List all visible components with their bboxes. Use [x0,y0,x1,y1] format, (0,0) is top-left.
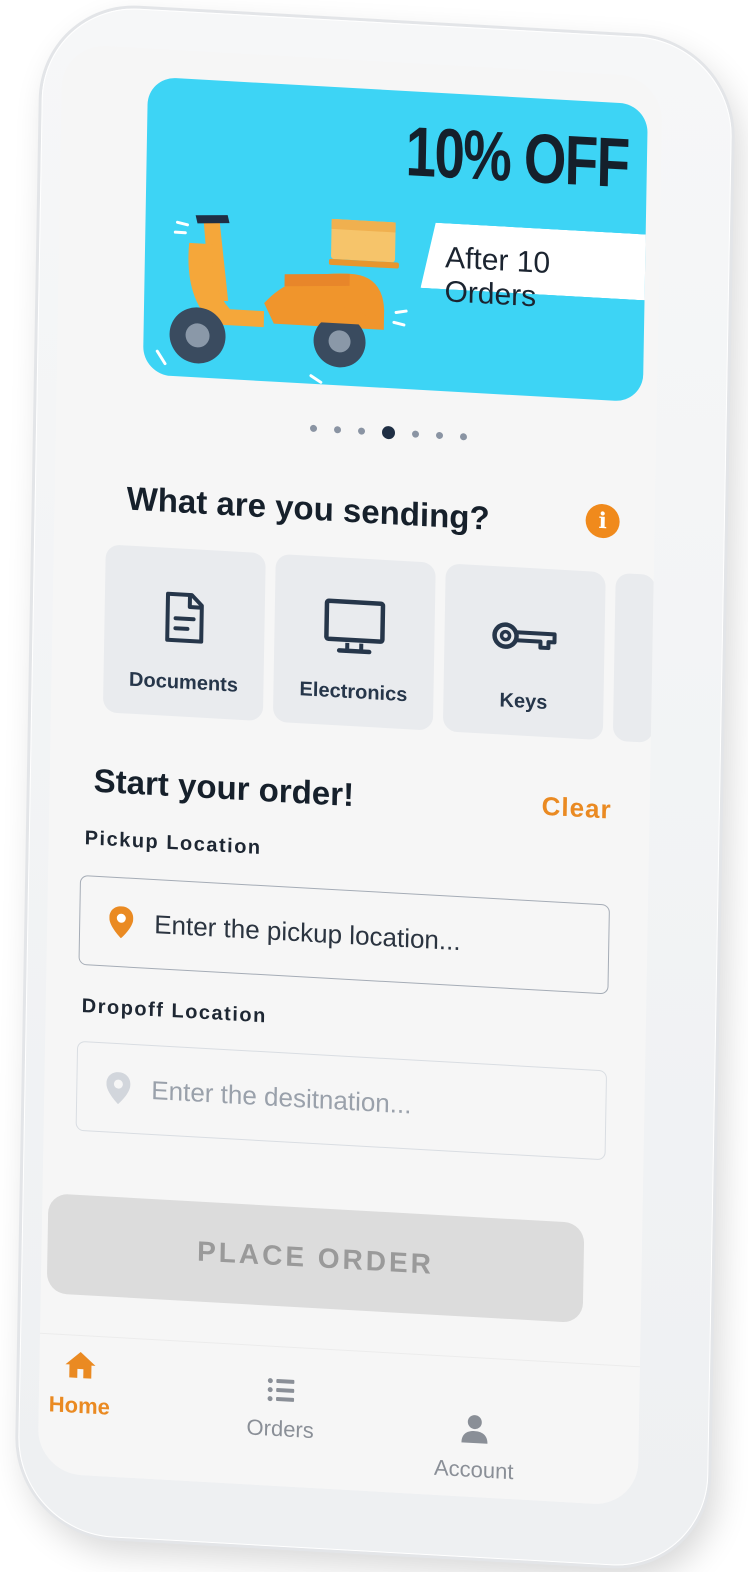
tab-home[interactable]: Home [49,1348,111,1420]
category-more[interactable] [612,572,656,743]
monitor-icon [323,593,386,662]
sending-title: What are you sending? [126,479,490,537]
category-label: Electronics [299,678,408,707]
location-pin-icon [106,905,137,939]
carousel-dot[interactable] [309,424,318,433]
app-screen: 10% OFF After 10 Orders What are you sen… [37,43,663,1507]
category-list: Documents Electronics Keys [102,544,656,743]
tab-account[interactable]: Account [434,1412,515,1485]
category-keys[interactable]: Keys [442,563,606,741]
tab-orders[interactable]: Orders [246,1375,314,1444]
carousel-dot[interactable] [459,433,468,441]
dropoff-input[interactable] [149,1073,594,1132]
place-order-button[interactable]: PLACE ORDER [46,1193,585,1324]
pickup-field[interactable] [78,874,610,995]
dropoff-field[interactable] [75,1040,608,1161]
info-icon[interactable]: i [585,503,620,540]
tab-label: Account [433,1454,514,1485]
carousel-dot[interactable] [357,427,366,435]
scooter-illustration [155,215,408,384]
clear-button[interactable]: Clear [541,791,612,826]
tab-label: Orders [246,1414,314,1444]
tab-label: Home [48,1391,111,1420]
carousel-indicator [309,422,468,444]
carousel-dot[interactable] [411,430,420,438]
dropoff-label: Dropoff Location [81,995,268,1028]
category-label: Documents [128,668,239,697]
banner-headline: 10% OFF [405,112,630,203]
promo-banner[interactable]: 10% OFF After 10 Orders [142,76,648,403]
pickup-label: Pickup Location [84,827,262,860]
carousel-dot[interactable] [435,431,444,440]
document-icon [163,584,206,652]
category-electronics[interactable]: Electronics [272,553,436,731]
pickup-input[interactable] [151,907,597,966]
person-icon [460,1413,489,1450]
key-icon [490,602,559,672]
banner-subline: After 10 Orders [444,241,551,314]
home-icon [63,1349,98,1386]
category-documents[interactable]: Documents [102,544,266,722]
category-label: Keys [499,689,548,715]
carousel-dot-active[interactable] [381,425,396,440]
order-title: Start your order! [93,761,355,814]
carousel-dot[interactable] [333,426,342,434]
location-pin-icon [103,1071,134,1105]
list-icon [267,1376,296,1409]
